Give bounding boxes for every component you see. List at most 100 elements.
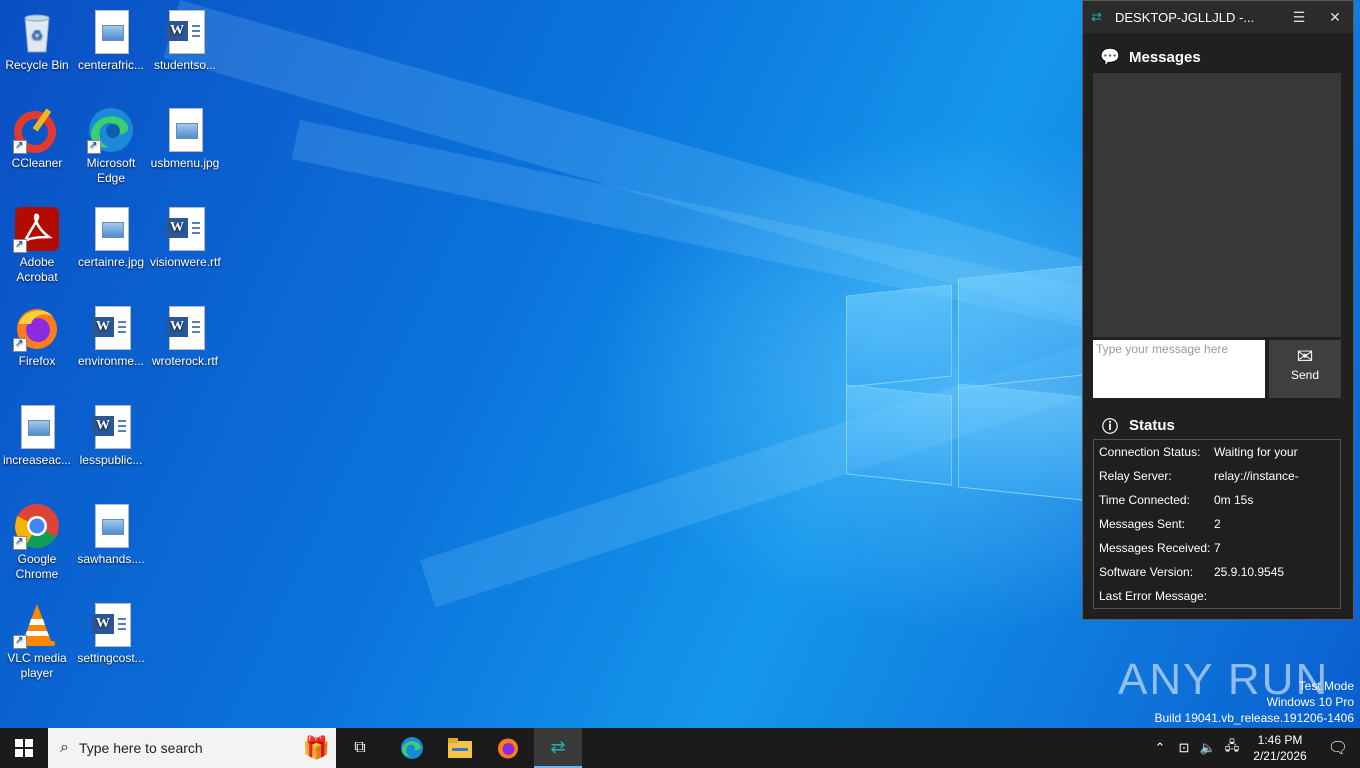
desktop-icon-recycle-bin[interactable]: ♻ Recycle Bin <box>2 8 72 73</box>
desktop-icon-label: Microsoft Edge <box>86 156 136 185</box>
task-view-icon[interactable]: ⧉ <box>340 728 380 768</box>
shortcut-arrow-icon <box>13 534 27 550</box>
word-document-icon: W <box>87 403 135 451</box>
window-titlebar[interactable]: ⇄ DESKTOP-JGLLJLD -... ☰ ✕ <box>1083 1 1353 33</box>
windows-logo-pane <box>846 284 952 388</box>
word-document-icon: W <box>161 8 209 56</box>
desktop-icon-sawhands[interactable]: sawhands.... <box>76 502 146 567</box>
acrobat-icon <box>13 205 61 253</box>
notification-icon[interactable]: 🗨 <box>1316 738 1360 758</box>
desktop-icon-microsoft-edge[interactable]: Microsoft Edge <box>76 106 146 186</box>
desktop-icon-firefox[interactable]: Firefox <box>2 304 72 369</box>
status-panel: Connection Status: Waiting for your Relay… <box>1093 439 1341 609</box>
status-value: Waiting for your <box>1214 445 1298 459</box>
chat-window: ⇄ DESKTOP-JGLLJLD -... ☰ ✕ 💬 Messages ✉ … <box>1082 0 1354 620</box>
chat-bubble-icon: 💬 <box>1100 49 1120 66</box>
shortcut-arrow-icon <box>13 336 27 352</box>
taskbar-search[interactable]: ⌕ Type here to search 🎁 <box>48 728 336 768</box>
desktop-icon-label: CCleaner <box>11 156 63 170</box>
shortcut-arrow-icon <box>13 633 27 649</box>
shortcut-arrow-icon <box>13 237 27 253</box>
desktop-icon-label: Recycle Bin <box>5 58 69 72</box>
desktop-icon-lesspublic[interactable]: W lesspublic... <box>76 403 146 468</box>
status-key: Messages Sent: <box>1099 517 1186 531</box>
taskbar-edge-icon[interactable] <box>390 728 434 768</box>
message-history[interactable] <box>1093 73 1341 337</box>
file-explorer-icon[interactable] <box>438 728 482 768</box>
send-button[interactable]: ✉ Send <box>1269 340 1341 398</box>
status-row: Relay Server: relay://instance- <box>1094 464 1340 488</box>
status-value: relay://instance- <box>1214 469 1299 483</box>
network-icon[interactable]: 🖧 <box>1220 737 1244 759</box>
status-value: 2 <box>1214 517 1221 531</box>
windows-logo-icon <box>15 739 33 757</box>
status-key: Relay Server: <box>1099 469 1172 483</box>
desktop-icon-centerafric[interactable]: centerafric... <box>76 8 146 73</box>
desktop-icon-google-chrome[interactable]: Google Chrome <box>2 502 72 582</box>
windows-watermark: Test Mode Windows 10 Pro Build 19041.vb_… <box>1155 678 1355 726</box>
taskbar: ⌕ Type here to search 🎁 ⧉ ⇄ ⌃ ⊡ 🔈 🖧 1:46… <box>0 728 1360 768</box>
desktop-icon-label: increaseac... <box>2 453 72 467</box>
status-value: 0m 15s <box>1214 493 1254 507</box>
app-icon: ⇄ <box>1091 9 1102 24</box>
envelope-icon: ✉ <box>1296 346 1314 368</box>
status-row: Connection Status: Waiting for your <box>1094 440 1340 464</box>
svg-text:♻: ♻ <box>31 27 44 43</box>
close-icon[interactable]: ✕ <box>1317 9 1353 26</box>
device-icon[interactable]: ⊡ <box>1172 740 1196 756</box>
clock[interactable]: 1:46 PM 2/21/2026 <box>1244 732 1316 764</box>
status-key: Time Connected: <box>1099 493 1190 507</box>
desktop-icon-increaseac[interactable]: increaseac... <box>2 403 72 468</box>
gift-icon: 🎁 <box>302 735 330 760</box>
desktop-icon-environme[interactable]: W environme... <box>76 304 146 369</box>
status-value: 25.9.10.9545 <box>1214 565 1285 579</box>
desktop-icon-label: sawhands.... <box>77 552 145 566</box>
status-key: Messages Received: <box>1099 541 1211 555</box>
volume-icon[interactable]: 🔈 <box>1196 740 1220 756</box>
image-file-icon <box>87 205 135 253</box>
image-file-icon <box>13 403 61 451</box>
desktop-icon-label: visionwere.rtf <box>150 255 221 269</box>
image-file-icon <box>87 8 135 56</box>
watermark-line: Build 19041.vb_release.191206-1406 <box>1154 711 1355 725</box>
desktop-icon-ccleaner[interactable]: CCleaner <box>2 106 72 171</box>
desktop-icon-wroterock[interactable]: W wroterock.rtf <box>150 304 220 369</box>
info-icon: ⓘ <box>1101 419 1118 436</box>
desktop-icon-label: wroterock.rtf <box>151 354 218 368</box>
messages-heading: Messages <box>1129 48 1201 66</box>
clock-time: 1:46 PM <box>1257 733 1303 747</box>
windows-logo-pane <box>958 265 1084 389</box>
desktop-icon-vlc[interactable]: VLC media player <box>2 601 72 681</box>
desktop-icon-label: lesspublic... <box>79 453 143 467</box>
word-document-icon: W <box>161 304 209 352</box>
start-button[interactable] <box>0 728 48 768</box>
desktop-icon-visionwere[interactable]: W visionwere.rtf <box>150 205 221 270</box>
window-title: DESKTOP-JGLLJLD -... <box>1115 9 1255 25</box>
status-row: Software Version: 25.9.10.9545 <box>1094 560 1340 584</box>
message-input[interactable] <box>1093 340 1265 398</box>
edge-icon <box>87 106 135 154</box>
desktop-icon-usbmenu[interactable]: usbmenu.jpg <box>150 106 220 171</box>
desktop-icon-settingcost[interactable]: W settingcost... <box>76 601 146 666</box>
desktop-icon-studentso[interactable]: W studentso... <box>150 8 220 73</box>
status-row: Messages Received: 7 <box>1094 536 1340 560</box>
windows-logo-pane <box>846 384 952 486</box>
watermark-line: Windows 10 Pro <box>1266 695 1354 709</box>
image-file-icon <box>87 502 135 550</box>
watermark-line: Test Mode <box>1298 679 1354 693</box>
desktop-icon-adobe-acrobat[interactable]: Adobe Acrobat <box>2 205 72 285</box>
status-row: Messages Sent: 2 <box>1094 512 1340 536</box>
chevron-up-icon[interactable]: ⌃ <box>1148 740 1172 756</box>
image-file-icon <box>161 106 209 154</box>
shortcut-arrow-icon <box>87 138 101 154</box>
menu-icon[interactable]: ☰ <box>1281 9 1317 26</box>
desktop-icon-label: VLC media player <box>7 651 67 680</box>
word-document-icon: W <box>87 601 135 649</box>
chrome-icon <box>13 502 61 550</box>
taskbar-chat-app-icon[interactable]: ⇄ <box>534 728 582 768</box>
word-document-icon: W <box>161 205 209 253</box>
desktop-icon-certainre[interactable]: certainre.jpg <box>76 205 146 270</box>
clock-date: 2/21/2026 <box>1253 749 1307 763</box>
taskbar-firefox-icon[interactable] <box>486 728 530 768</box>
messages-header: 💬 Messages <box>1099 47 1201 67</box>
